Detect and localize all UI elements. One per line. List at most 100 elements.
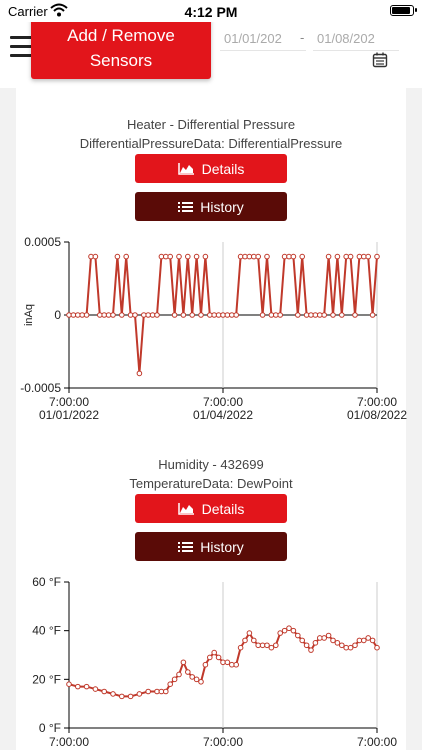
data-point [193, 253, 200, 260]
sensor-2-history-button[interactable]: History [135, 532, 287, 561]
data-point [277, 630, 284, 636]
data-point [361, 637, 367, 644]
x-tick-label: 7:00:00 [357, 395, 397, 409]
details-label: Details [201, 500, 245, 517]
data-point [167, 253, 173, 260]
data-point [374, 253, 380, 260]
data-point [215, 654, 222, 661]
data-point [119, 312, 125, 318]
start-date-input[interactable] [220, 26, 306, 51]
sensor-1-details-button[interactable]: Details [135, 154, 287, 183]
data-point [347, 253, 354, 260]
history-label: History [200, 198, 244, 215]
data-point [246, 630, 253, 636]
data-point [180, 312, 187, 318]
data-point [176, 671, 182, 678]
calendar-icon[interactable] [372, 52, 388, 68]
data-point [211, 649, 217, 656]
data-point [295, 632, 301, 639]
sensor-1-history-button[interactable]: History [135, 192, 287, 221]
data-point [334, 640, 341, 646]
data-point [352, 312, 358, 318]
status-bar: Carrier 4:12 PM [0, 0, 422, 22]
data-point [352, 642, 358, 649]
history-label: History [200, 538, 244, 555]
data-point [369, 312, 376, 318]
data-point [325, 632, 332, 639]
data-point [365, 253, 372, 260]
data-point [308, 647, 314, 653]
data-point [101, 688, 107, 695]
sensor-2-details-button[interactable]: Details [135, 494, 287, 523]
sensor-2-data-type: TemperatureData: DewPoint [129, 476, 293, 491]
data-point [132, 312, 138, 318]
data-point [268, 644, 275, 651]
data-point [189, 674, 195, 680]
data-point [167, 681, 173, 687]
y-tick-label: -0.0005 [20, 381, 61, 395]
data-point [347, 644, 354, 651]
data-point [264, 253, 270, 260]
data-point [286, 625, 292, 632]
data-point [374, 644, 380, 651]
data-point [176, 253, 182, 260]
data-point [123, 253, 129, 260]
data-point [92, 686, 99, 692]
pressure-chart: 0.00050-0.00057:00:0001/01/20227:00:0001… [20, 235, 407, 422]
top-bar: Add / Remove Sensors - [0, 17, 422, 88]
data-point [136, 370, 143, 377]
data-point [365, 635, 372, 641]
x-tick-label: 7:00:00 [49, 735, 89, 749]
list-icon [178, 201, 194, 212]
y-axis-label: inAq [23, 304, 35, 326]
y-tick-label: 0 °F [39, 721, 61, 735]
chart-icon [177, 163, 194, 175]
data-point [273, 642, 279, 649]
x-tick-label: 7:00:00 [203, 395, 243, 409]
chart-icon [177, 503, 194, 515]
battery-icon [390, 5, 417, 16]
data-point [198, 678, 204, 685]
data-point [92, 253, 99, 260]
end-date-input[interactable] [313, 26, 399, 51]
data-point [325, 253, 332, 260]
data-point [330, 312, 336, 318]
data-point [114, 253, 121, 260]
data-point [136, 691, 143, 697]
data-point [339, 312, 345, 318]
x-tick-label: 7:00:00 [203, 735, 243, 749]
x-tick-date-label: 01/08/2022 [347, 408, 407, 422]
sensor-2-name: Humidity - 432699 [158, 457, 264, 472]
clock: 4:12 PM [184, 4, 238, 20]
data-point [290, 627, 297, 634]
data-point [110, 312, 116, 318]
data-point [251, 637, 257, 644]
data-point [281, 627, 288, 634]
data-point [334, 253, 341, 260]
data-point [290, 253, 297, 260]
add-remove-sensors-button[interactable]: Add / Remove Sensors [31, 17, 211, 79]
x-tick-label: 7:00:00 [49, 395, 89, 409]
sensor-1-data-type: DifferentialPressureData: DifferentialPr… [79, 136, 343, 151]
data-point [339, 642, 345, 649]
data-point [185, 669, 191, 675]
data-point [303, 642, 310, 649]
dewpoint-chart: 60 °F40 °F20 °F0 °F7:00:00 7:00:00 7:00:00 [32, 575, 397, 749]
data-point [202, 661, 209, 668]
date-separator: - [300, 30, 305, 45]
data-point [312, 640, 319, 646]
data-point [75, 683, 81, 690]
data-point [255, 253, 262, 260]
data-point [185, 253, 191, 260]
data-point [277, 312, 284, 318]
y-tick-label: 0.0005 [24, 235, 61, 249]
data-point [299, 637, 306, 644]
y-tick-label: 20 °F [32, 672, 61, 686]
data-point [233, 661, 239, 668]
sensor-1-name: Heater - Differential Pressure [126, 117, 296, 132]
data-point [83, 683, 90, 690]
y-tick-label: 60 °F [32, 575, 61, 589]
data-point [242, 637, 248, 644]
data-point [145, 688, 151, 695]
data-point [237, 644, 244, 651]
